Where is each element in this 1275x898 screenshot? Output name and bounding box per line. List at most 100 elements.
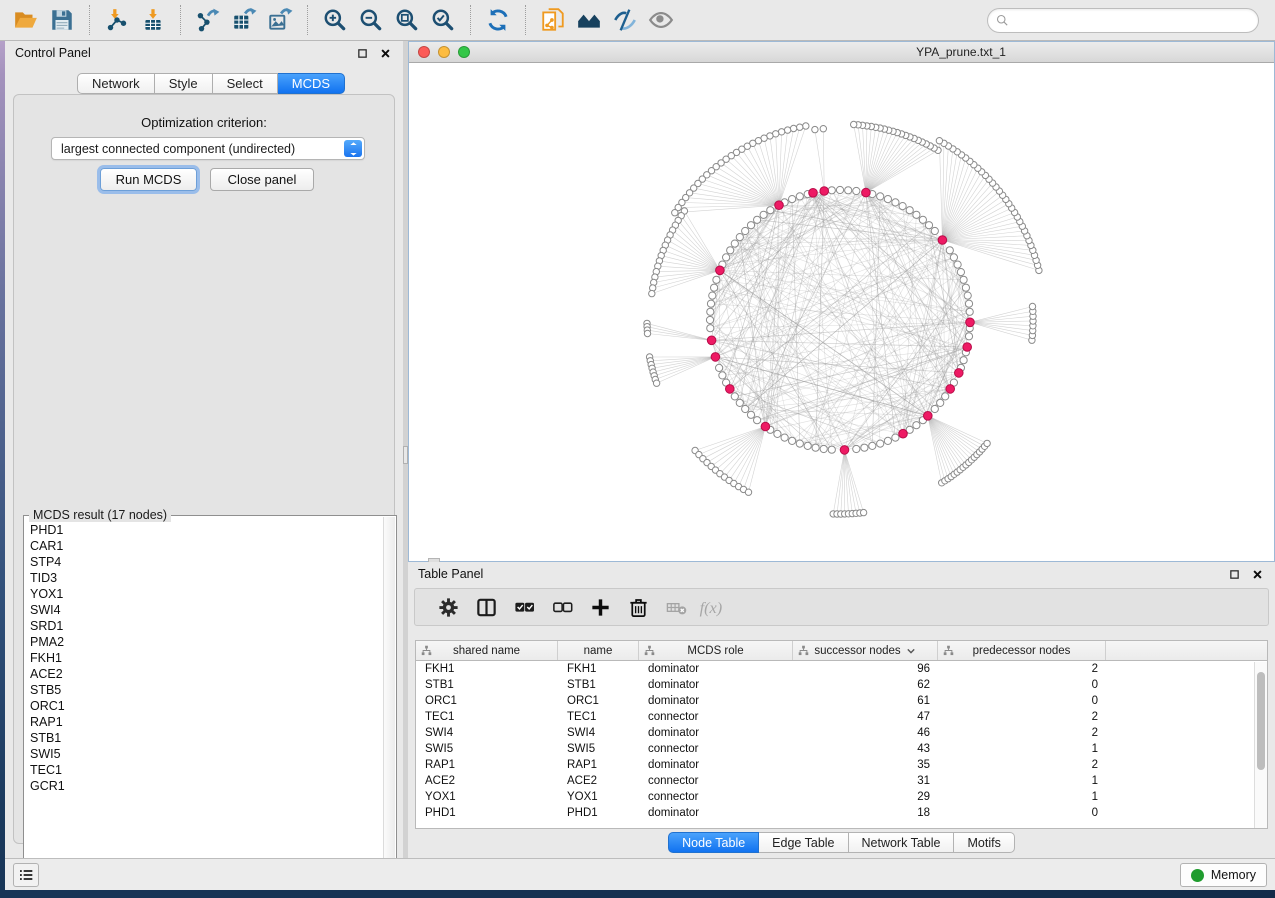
graph-leaf-node[interactable] — [644, 330, 650, 336]
graph-node[interactable] — [913, 422, 920, 429]
graph-hub-node[interactable] — [726, 385, 735, 394]
graph-node[interactable] — [950, 254, 957, 261]
gear-button[interactable] — [429, 591, 467, 623]
zoom-out-button[interactable] — [353, 3, 389, 37]
graph-hub-node[interactable] — [938, 236, 947, 245]
graph-leaf-node[interactable] — [649, 290, 655, 296]
graph-node[interactable] — [828, 446, 835, 453]
graph-leaf-node[interactable] — [851, 121, 857, 127]
graph-node[interactable] — [925, 222, 932, 229]
graph-hub-node[interactable] — [899, 429, 908, 438]
graph-node[interactable] — [707, 300, 714, 307]
graph-leaf-node[interactable] — [797, 124, 803, 130]
close-window-button[interactable] — [418, 46, 430, 58]
graph-node[interactable] — [754, 216, 761, 223]
result-scrollbar[interactable] — [383, 517, 395, 887]
graph-node[interactable] — [960, 357, 967, 364]
graph-node[interactable] — [884, 196, 891, 203]
memory-button[interactable]: Memory — [1180, 863, 1267, 887]
float-window-button[interactable] — [354, 45, 370, 61]
graph-node[interactable] — [845, 187, 852, 194]
graph-node[interactable] — [884, 437, 891, 444]
graph-hub-node[interactable] — [761, 422, 770, 431]
graph-hub-node[interactable] — [707, 336, 716, 345]
result-item[interactable]: YOX1 — [30, 586, 383, 602]
graph-hub-node[interactable] — [966, 318, 975, 327]
result-item[interactable]: FKH1 — [30, 650, 383, 666]
table-row[interactable]: SWI4SWI4dominator462 — [416, 725, 1267, 741]
graph-node[interactable] — [707, 308, 714, 315]
graph-node[interactable] — [711, 284, 718, 291]
zoom-selected-button[interactable] — [425, 3, 461, 37]
graph-leaf-node[interactable] — [860, 509, 866, 515]
graph-node[interactable] — [707, 325, 714, 332]
result-item[interactable]: PHD1 — [30, 522, 383, 538]
column-header-name[interactable]: name — [558, 641, 639, 660]
export-image-button[interactable] — [262, 3, 298, 37]
result-item[interactable]: ORC1 — [30, 698, 383, 714]
graph-node[interactable] — [774, 430, 781, 437]
graph-node[interactable] — [820, 445, 827, 452]
graph-node[interactable] — [906, 207, 913, 214]
import-table-button[interactable] — [135, 3, 171, 37]
graph-leaf-node[interactable] — [820, 126, 826, 132]
column-header-successor-nodes[interactable]: successor nodes — [793, 641, 938, 660]
graph-node[interactable] — [892, 199, 899, 206]
graph-node[interactable] — [899, 203, 906, 210]
mcds-result-list[interactable]: PHD1CAR1STP4TID3YOX1SWI4SRD1PMA2FKH1ACE2… — [25, 517, 383, 887]
graph-node[interactable] — [719, 372, 726, 379]
column-header-predecessor-nodes[interactable]: predecessor nodes — [938, 641, 1106, 660]
graph-hub-node[interactable] — [946, 385, 955, 394]
graph-node[interactable] — [869, 442, 876, 449]
result-item[interactable]: RAP1 — [30, 714, 383, 730]
table-row[interactable]: ORC1ORC1dominator610 — [416, 693, 1267, 709]
trash-button[interactable] — [619, 591, 657, 623]
table-row[interactable]: ACE2ACE2connector311 — [416, 773, 1267, 789]
tab-node-table[interactable]: Node Table — [668, 832, 759, 853]
graph-hub-node[interactable] — [711, 353, 720, 362]
columns-button[interactable] — [467, 591, 505, 623]
graph-node[interactable] — [742, 405, 749, 412]
column-header-MCDS-role[interactable]: MCDS role — [639, 641, 793, 660]
graph-node[interactable] — [709, 292, 716, 299]
float-table-panel-button[interactable] — [1226, 566, 1242, 582]
graph-hub-node[interactable] — [862, 188, 871, 197]
network-canvas[interactable] — [409, 63, 1274, 561]
result-item[interactable]: PMA2 — [30, 634, 383, 650]
result-item[interactable]: TEC1 — [30, 762, 383, 778]
graph-node[interactable] — [853, 445, 860, 452]
save-button[interactable] — [44, 3, 80, 37]
graph-hub-node[interactable] — [820, 187, 829, 196]
graph-node[interactable] — [731, 393, 738, 400]
graph-leaf-node[interactable] — [745, 489, 751, 495]
search-input[interactable] — [1014, 11, 1258, 31]
task-history-button[interactable] — [13, 863, 39, 887]
import-network-button[interactable] — [99, 3, 135, 37]
zoom-fit-button[interactable] — [389, 3, 425, 37]
graph-node[interactable] — [742, 227, 749, 234]
export-network-button[interactable] — [190, 3, 226, 37]
close-panel-action-button[interactable]: Close panel — [210, 168, 314, 191]
graph-node[interactable] — [861, 444, 868, 451]
result-item[interactable]: SRD1 — [30, 618, 383, 634]
graph-leaf-node[interactable] — [672, 210, 678, 216]
graph-hub-node[interactable] — [840, 446, 849, 455]
graph-node[interactable] — [964, 292, 971, 299]
graph-node[interactable] — [960, 276, 967, 283]
tab-style[interactable]: Style — [155, 73, 213, 94]
graph-leaf-node[interactable] — [984, 440, 990, 446]
graph-node[interactable] — [796, 440, 803, 447]
criterion-select[interactable]: largest connected component (undirected) — [51, 137, 365, 160]
graph-hub-node[interactable] — [775, 201, 784, 210]
graph-node[interactable] — [828, 187, 835, 194]
graph-leaf-node[interactable] — [1029, 303, 1035, 309]
graph-node[interactable] — [760, 211, 767, 218]
graph-leaf-node[interactable] — [784, 127, 790, 133]
graph-node[interactable] — [957, 269, 964, 276]
table-row[interactable]: FKH1FKH1dominator962 — [416, 661, 1267, 677]
graph-leaf-node[interactable] — [936, 138, 942, 144]
uncheck-all-button[interactable] — [543, 591, 581, 623]
graph-node[interactable] — [966, 308, 973, 315]
tab-network[interactable]: Network — [77, 73, 155, 94]
graph-node[interactable] — [877, 440, 884, 447]
